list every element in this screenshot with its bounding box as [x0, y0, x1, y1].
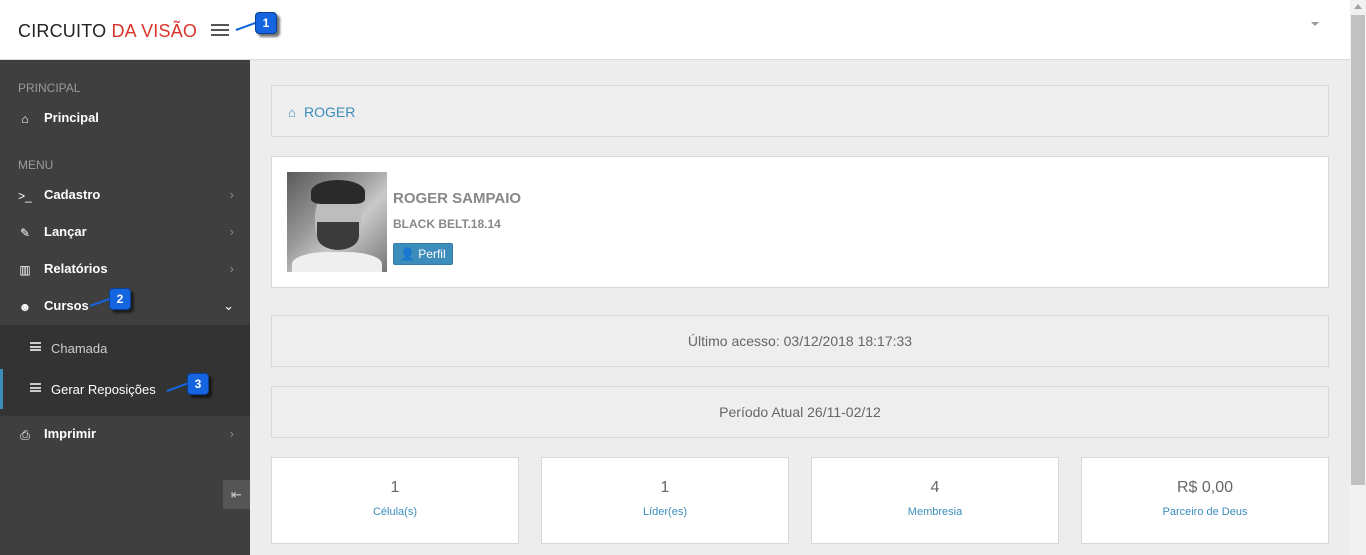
stat-link[interactable]: Membresia: [812, 506, 1058, 518]
avatar: [287, 172, 387, 272]
profile-name: ROGER SAMPAIO: [393, 190, 522, 207]
cursos-submenu: Chamada Gerar Reposições: [0, 325, 250, 416]
home-icon: ⌂: [21, 112, 29, 126]
last-access-text: Último acesso: 03/12/2018 18:17:33: [687, 333, 913, 349]
chevron-down-icon: ⌄: [223, 298, 234, 313]
home-icon: ⌂: [288, 105, 296, 120]
chevron-right-icon: ›: [229, 261, 234, 276]
stat-value: 1: [390, 479, 400, 496]
callout-badge-3: 3: [187, 373, 209, 395]
sidebar-item-cadastro[interactable]: >_ Cadastro ›: [0, 177, 250, 214]
perfil-button-label: Perfil: [418, 247, 446, 261]
terminal-icon: >_: [18, 189, 32, 203]
submenu-item-label: Chamada: [51, 341, 108, 356]
app-logo[interactable]: CIRCUITO DA VISÃO: [18, 21, 197, 42]
list-icon: [30, 383, 41, 392]
users-icon: ☻: [18, 300, 32, 314]
user-icon: 👤: [400, 247, 415, 261]
list-icon: [30, 342, 41, 351]
sidebar-item-relatorios[interactable]: ▥ Relatórios ›: [0, 251, 250, 288]
sidebar-item-principal[interactable]: ⌂ Principal: [0, 100, 250, 137]
callout-badge-1: 1: [255, 12, 277, 34]
sidebar-section-menu: MENU: [18, 158, 54, 172]
sidebar-item-label: Relatórios: [44, 261, 108, 276]
sidebar-item-label: Principal: [44, 110, 99, 125]
stat-value: R$ 0,00: [1176, 479, 1234, 496]
sidebar-item-label: Cursos: [44, 298, 89, 313]
submenu-item-chamada[interactable]: Chamada: [0, 328, 250, 368]
scrollbar-thumb[interactable]: [1351, 15, 1365, 485]
stat-card-parceiro: R$ 0,00 Parceiro de Deus: [1081, 457, 1329, 544]
stat-card-lideres: 1 Líder(es): [541, 457, 789, 544]
chevron-right-icon: ›: [229, 224, 234, 239]
pencil-icon: ✎: [19, 226, 31, 240]
sidebar-item-label: Imprimir: [44, 426, 97, 441]
breadcrumb-link[interactable]: ROGER: [304, 104, 355, 120]
page-scrollbar[interactable]: [1350, 0, 1366, 555]
sidebar-item-label: Lançar: [44, 224, 87, 239]
logo-text-circuito: CIRCUITO: [18, 21, 107, 41]
main-content: ⌂ ROGER ROGER SAMPAIO BLACK BELT.18.14 👤…: [250, 61, 1350, 555]
profile-card: ROGER SAMPAIO BLACK BELT.18.14 👤 Perfil: [271, 156, 1329, 288]
scroll-up-icon[interactable]: [1354, 4, 1362, 9]
submenu-item-label: Gerar Reposições: [51, 382, 156, 397]
user-dropdown-caret-icon[interactable]: [1311, 22, 1319, 26]
bar-chart-icon: ▥: [19, 263, 31, 277]
sidebar-item-lancar[interactable]: ✎ Lançar ›: [0, 214, 250, 251]
stat-link[interactable]: Parceiro de Deus: [1082, 506, 1328, 518]
current-period-text: Período Atual 26/11-02/12: [719, 404, 881, 420]
chevron-right-icon: ›: [229, 426, 234, 441]
stat-card-membresia: 4 Membresia: [811, 457, 1059, 544]
menu-toggle-icon[interactable]: [211, 24, 229, 36]
breadcrumb: ⌂ ROGER: [271, 85, 1329, 137]
profile-role: BLACK BELT.18.14: [393, 217, 501, 231]
sidebar-section-principal: PRINCIPAL: [18, 81, 81, 95]
stat-link[interactable]: Célula(s): [272, 506, 518, 518]
stat-value: 1: [660, 479, 670, 496]
current-period-panel: Período Atual 26/11-02/12: [271, 386, 1329, 438]
callout-badge-2: 2: [109, 288, 131, 310]
stat-value: 4: [930, 479, 940, 496]
last-access-panel: Último acesso: 03/12/2018 18:17:33: [271, 315, 1329, 367]
sidebar-collapse-icon[interactable]: ⇤: [223, 480, 250, 509]
perfil-button[interactable]: 👤 Perfil: [393, 243, 453, 265]
submenu-item-gerar-reposicoes[interactable]: Gerar Reposições: [0, 369, 250, 409]
stat-card-celulas: 1 Célula(s): [271, 457, 519, 544]
stat-link[interactable]: Líder(es): [542, 506, 788, 518]
top-navbar: CIRCUITO DA VISÃO: [0, 0, 1350, 60]
sidebar-item-label: Cadastro: [44, 187, 101, 202]
printer-icon: ⎙: [20, 428, 30, 442]
logo-text-da-visao: DA VISÃO: [111, 21, 198, 41]
chevron-right-icon: ›: [229, 187, 234, 202]
sidebar-item-imprimir[interactable]: ⎙ Imprimir ›: [0, 416, 250, 453]
